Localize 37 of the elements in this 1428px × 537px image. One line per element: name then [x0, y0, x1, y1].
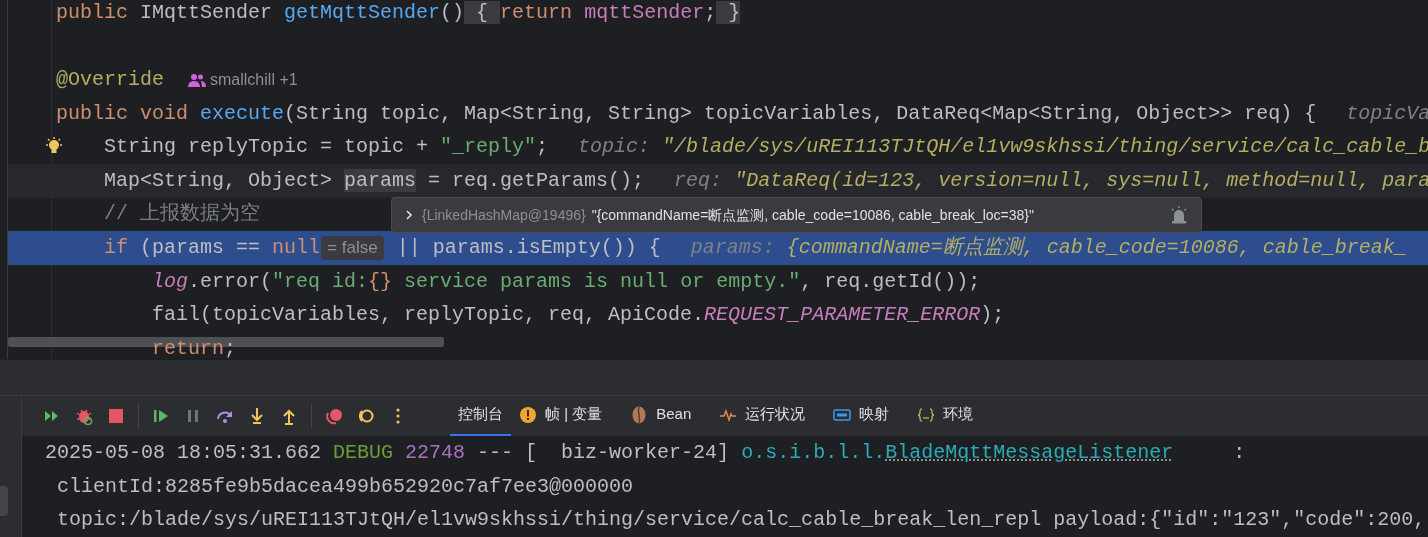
inlay-hint: req: "DataReq(id=123, version=null, sys=null, method=null, para — [674, 167, 1428, 194]
tab-label: 运行状况 — [745, 404, 806, 425]
console-line: clientId:8285fe9b5dacea499b652920c7af7ee3@000000 — [56, 473, 634, 500]
code-line: log.error("req id:{} service params is null or empty.", req.getId()); — [151, 268, 981, 295]
code-line: || params.isEmpty()) { — [395, 234, 661, 261]
inlay-hint: params: {commandName=断点监测, cable_code=10086, cable_break_ — [690, 234, 1407, 261]
tab-label: 帧 | 变量 — [545, 404, 603, 425]
tab-label: Bean — [656, 404, 692, 425]
code-line: fail(topicVariables, replyTopic, req, ApiCode.REQUEST_PARAMETER_ERROR); — [151, 302, 1005, 329]
console-line: topic:/blade/sys/uREI113TJtQH/el1vw9skhssi/thing/service/calc_cable_break_len_repl payload:{"id":"123","code":200, — [56, 507, 1426, 534]
author-hint: smallchill +1 — [210, 70, 298, 90]
code-line: String replyTopic = topic + "_reply"; — [103, 134, 549, 161]
alarm-light-icon[interactable] — [1169, 205, 1189, 225]
inline-value-badge: = false — [321, 235, 384, 260]
code-line: public IMqttSender getMqttSender() { return mqttSender; } — [56, 0, 741, 26]
code-line: return; — [151, 335, 237, 359]
code-line: // 上报数据为空 — [103, 201, 260, 228]
console-line: 2025-05-08 18:05:31.662 DEBUG 22748 --- [ biz-worker-24] o.s.i.b.l.l.BladeMqttMessageListener : — [45, 440, 1246, 467]
people-icon — [188, 73, 207, 87]
debug-tab[interactable]: 帧 | 变量 — [511, 395, 611, 436]
tab-label: 控制台 — [458, 404, 503, 425]
warning-icon — [519, 405, 537, 424]
braces-icon — [917, 405, 936, 424]
debug-tab[interactable]: 映射 — [825, 395, 898, 436]
code-line: if (params == null — [103, 234, 321, 261]
debug-tab[interactable]: 环境 — [909, 395, 982, 436]
tab-label: 映射 — [859, 404, 890, 425]
code-line: Map<String, Object> params = req.getParams(); — [103, 167, 645, 194]
popup-value: "{commandName=断点监测, cable_code=10086, cable_break_loc=38}" — [591, 205, 1035, 225]
code-line: public void execute(String topic, Map<String, String> topicVariables, DataReq<Map<String, Object>> req) { — [56, 100, 1317, 127]
code-line: @Override — [56, 67, 165, 93]
debug-tab[interactable]: Bean — [622, 395, 700, 436]
type-label: {LinkedHashMap@19496} — [422, 205, 586, 225]
chevron-icon[interactable] — [404, 209, 414, 221]
debug-tab[interactable]: 运行状况 — [711, 395, 814, 436]
tab-label: 环境 — [943, 404, 974, 425]
inlay-hint: topicVa — [1346, 100, 1428, 127]
